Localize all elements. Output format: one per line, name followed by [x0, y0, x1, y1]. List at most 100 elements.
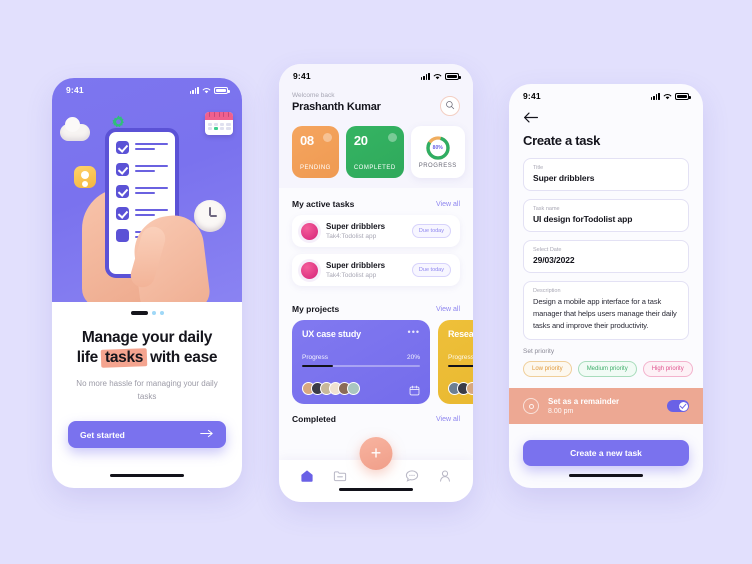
field-value: UI design forTodolist app: [533, 214, 633, 224]
section-title: My projects: [292, 304, 340, 314]
project-header: UX case study •••: [302, 328, 420, 340]
due-badge[interactable]: Due today: [411, 263, 451, 277]
stat-card-pending[interactable]: 08 PENDING: [292, 126, 339, 178]
status-bar-time: 9:41: [293, 71, 311, 81]
progress-label: Progress: [448, 353, 473, 361]
onboarding-subtitle: No more hassle for managing your daily t…: [76, 378, 218, 401]
task-name-field[interactable]: Task name UI design forTodolist app: [523, 199, 689, 232]
onboarding-content: Manage your daily life tasks with ease N…: [52, 302, 242, 488]
user-name: Prashanth Kumar: [292, 101, 381, 113]
get-started-button[interactable]: Get started: [68, 421, 226, 448]
priority-chip-medium[interactable]: Medium priority: [577, 361, 637, 378]
create-task-button[interactable]: Create a new task: [523, 440, 689, 467]
select-date-field[interactable]: Select Date 29/03/2022: [523, 240, 689, 273]
field-label: Title: [533, 165, 544, 171]
project-header: Research: [448, 329, 473, 339]
onboarding-title: Manage your daily life tasks with ease: [68, 328, 226, 369]
stat-card-completed[interactable]: 20 COMPLETED: [345, 126, 404, 178]
task-title: Super dribblers: [326, 261, 386, 270]
task-row[interactable]: Super dribblers Tak4:Todolist app Due to…: [292, 254, 460, 286]
project-card[interactable]: UX case study ••• Progress 20%: [292, 320, 430, 404]
reminder-toggle[interactable]: [667, 400, 689, 413]
greeting-text: Welcome back Prashanth Kumar: [292, 92, 381, 113]
home-icon[interactable]: [299, 468, 315, 484]
member-avatars: [302, 382, 360, 395]
task-subtitle: Tak4:Todolist app: [326, 272, 377, 279]
stat-label: PENDING: [300, 165, 331, 171]
project-progress: Progress 20%: [302, 354, 420, 368]
task-row[interactable]: Super dribblers Tak4:Todolist app Due to…: [292, 215, 460, 247]
home-indicator: [110, 473, 184, 477]
active-tasks-header: My active tasks View all: [279, 188, 473, 215]
field-value: Design a mobile app interface for a task…: [533, 297, 677, 331]
signal-icon: [650, 92, 660, 100]
folder-icon[interactable]: [332, 468, 348, 484]
priority-label: Set priority: [523, 348, 555, 356]
calendar-icon[interactable]: [409, 383, 420, 396]
alarm-icon: [523, 398, 539, 415]
pagination-dot[interactable]: [159, 311, 164, 315]
project-footer: [448, 382, 473, 395]
user-icon[interactable]: [437, 468, 453, 484]
highlighted-word: tasks: [102, 348, 146, 368]
pagination-dot-active[interactable]: [130, 311, 148, 315]
progress-bar: [448, 364, 473, 368]
clock-icon: [194, 200, 226, 232]
task-text: Super dribblers Tak4:Todolist app: [326, 222, 404, 240]
onboarding-title-line1: Manage your daily: [81, 329, 213, 346]
status-bar-icons: [650, 92, 691, 100]
pagination-dot[interactable]: [151, 311, 156, 315]
search-button[interactable]: [440, 96, 460, 116]
plus-icon: +: [370, 443, 382, 463]
priority-chips: Low priority Medium priority High priori…: [523, 361, 693, 378]
stat-label: PROGRESS: [418, 162, 457, 169]
reminder-text: Set as a remainder 8.00 pm: [548, 397, 658, 415]
status-bar-time: 9:41: [523, 91, 541, 101]
priority-chip-high[interactable]: High priority: [642, 361, 693, 378]
create-task-screen: 9:41 Create a task Title Super dribblers…: [509, 84, 703, 488]
view-all-link[interactable]: View all: [436, 201, 460, 208]
priority-chip-low[interactable]: Low priority: [523, 361, 572, 378]
pagination-dots[interactable]: [68, 302, 226, 328]
more-options-icon[interactable]: •••: [408, 328, 420, 337]
progress-label: Progress: [302, 353, 329, 361]
title-field[interactable]: Title Super dribblers: [523, 158, 689, 191]
dribbble-icon: [301, 261, 318, 279]
add-task-fab[interactable]: +: [359, 437, 393, 470]
stat-card-progress[interactable]: 80% PROGRESS: [410, 126, 465, 178]
progress-ring-value: 80%: [432, 144, 443, 151]
get-started-label: Get started: [80, 429, 125, 440]
field-label: Select Date: [533, 247, 562, 253]
battery-icon: [675, 92, 691, 100]
reminder-time: 8.00 pm: [548, 408, 574, 416]
field-label: Description: [533, 288, 561, 294]
toggle-knob: [678, 401, 688, 411]
project-card[interactable]: Research Progress: [438, 320, 473, 404]
back-button[interactable]: [523, 111, 539, 127]
stat-badge-icon: [387, 133, 397, 142]
project-footer: [302, 382, 420, 396]
greeting-block: Welcome back Prashanth Kumar: [279, 83, 473, 116]
signal-icon: [420, 72, 430, 80]
view-all-link[interactable]: View all: [436, 416, 460, 423]
description-field[interactable]: Description Design a mobile app interfac…: [523, 281, 689, 341]
onboarding-title-line2: life tasks with ease: [68, 348, 226, 368]
projects-header: My projects View all: [279, 293, 473, 320]
reminder-row[interactable]: Set as a remainder 8.00 pm: [509, 388, 703, 425]
completed-header: Completed View all: [279, 404, 473, 424]
projects-carousel[interactable]: UX case study ••• Progress 20% Resea Pro…: [279, 320, 473, 404]
arrow-right-icon: [200, 429, 214, 440]
home-indicator: [569, 473, 643, 477]
due-badge[interactable]: Due today: [411, 224, 451, 238]
wifi-icon: [663, 93, 672, 100]
search-icon: [445, 97, 455, 115]
home-indicator: [339, 487, 413, 491]
dribbble-icon: [301, 222, 318, 240]
task-subtitle: Tak4:Todolist app: [326, 233, 377, 240]
chat-icon[interactable]: [404, 468, 420, 484]
progress-value: 20%: [406, 353, 420, 361]
view-all-link[interactable]: View all: [436, 306, 460, 313]
welcome-label: Welcome back: [292, 92, 335, 99]
wifi-icon: [433, 73, 442, 80]
field-value: Super dribblers: [533, 173, 595, 183]
